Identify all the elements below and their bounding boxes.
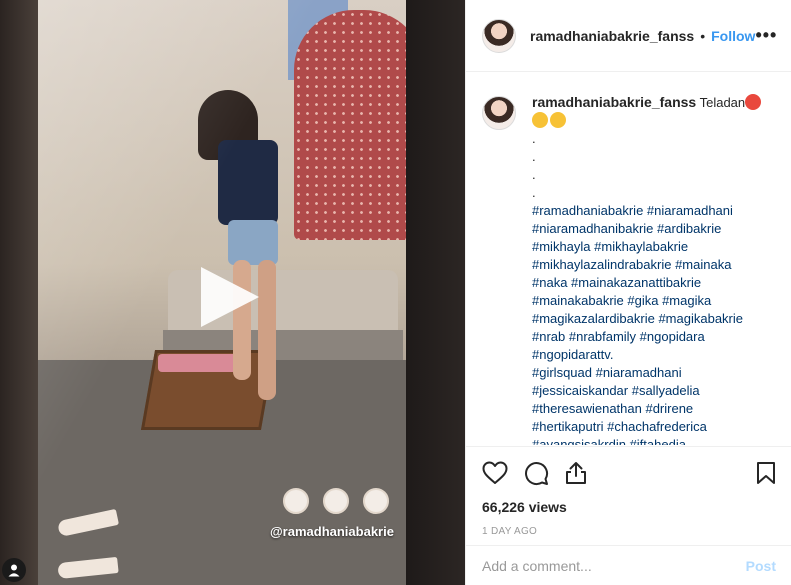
caption-area[interactable]: ramadhaniabakrie_fanss Teladan . . . . #… [466, 73, 791, 445]
post-comment-button[interactable]: Post [746, 558, 776, 574]
hashtag-line[interactable]: #ayangsisakrdin #iftahedia [532, 437, 686, 445]
video-frame-left [0, 0, 38, 585]
caption-body: Teladan [699, 95, 746, 110]
hashtag-line[interactable]: #niaramadhanibakrie #ardibakrie [532, 221, 721, 236]
play-icon[interactable] [197, 265, 261, 329]
hashtag-line[interactable]: #ngopidarattv. [532, 347, 613, 362]
video-mention-tag: @ramadhaniabakrie [270, 524, 394, 539]
caption-dot: . [532, 167, 536, 182]
hashtag-line[interactable]: #mikhayla #mikhaylabakrie [532, 239, 688, 254]
hashtag-line[interactable]: #hertikaputri #chachafrederica [532, 419, 707, 434]
follow-button[interactable]: Follow [711, 28, 755, 44]
comment-icon[interactable] [524, 461, 549, 486]
clapping-hands-icon [323, 488, 349, 514]
action-icon-row [482, 459, 776, 487]
clapping-hands-icon [363, 488, 389, 514]
hashtag-line[interactable]: #mainakabakrie #gika #magika [532, 293, 711, 308]
bookmark-icon[interactable] [756, 461, 776, 485]
user-icon[interactable] [2, 558, 26, 582]
hashtag-line[interactable]: #naka #mainakazanattibakrie [532, 275, 701, 290]
heart-icon[interactable] [482, 461, 508, 485]
caption-text: ramadhaniabakrie_fanss Teladan . . . . #… [532, 93, 772, 445]
caption-row: ramadhaniabakrie_fanss Teladan . . . . #… [482, 93, 776, 445]
hashtag-line[interactable]: #theresawienathan #drirene [532, 401, 693, 416]
star-struck-emoji-icon [745, 94, 762, 110]
clapping-hands-icon [532, 112, 548, 128]
hashtag-line[interactable]: #jessicaiskandar #sallyadelia [532, 383, 700, 398]
caption-username[interactable]: ramadhaniabakrie_fanss [532, 94, 696, 110]
header-separator: • [700, 27, 706, 44]
avatar[interactable] [482, 18, 516, 53]
post-side-panel: ramadhaniabakrie_fanss • Follow ••• rama… [465, 0, 791, 585]
video-frame-right [406, 0, 465, 585]
caption-dot: . [532, 149, 536, 164]
media-panel: @ramadhaniabakrie [0, 0, 465, 585]
caption-dot: . [532, 131, 536, 146]
hashtag-line[interactable]: #ramadhaniabakrie #niaramadhani [532, 203, 733, 218]
post-timestamp[interactable]: 1 DAY AGO [482, 526, 776, 537]
view-count[interactable]: 66,226 views [482, 499, 776, 515]
caption-dot: . [532, 185, 536, 200]
more-options-icon[interactable]: ••• [755, 25, 777, 46]
avatar[interactable] [482, 96, 516, 130]
comment-input[interactable] [482, 557, 746, 574]
post-header: ramadhaniabakrie_fanss • Follow ••• [466, 0, 791, 72]
hashtag-line[interactable]: #nrab #nrabfamily #ngopidara [532, 329, 705, 344]
clap-stickers [283, 488, 389, 514]
share-icon[interactable] [565, 461, 587, 485]
clapping-hands-icon [283, 488, 309, 514]
header-username[interactable]: ramadhaniabakrie_fanss [530, 28, 694, 44]
hashtag-line[interactable]: #girlsquad #niaramadhani [532, 365, 682, 380]
comment-bar: Post [466, 545, 791, 585]
hashtag-line[interactable]: #magikazalardibakrie #magikabakrie [532, 311, 743, 326]
hashtag-list: #ramadhaniabakrie #niaramadhani #niarama… [532, 202, 772, 445]
caption-dots: . . . . [532, 130, 772, 202]
hashtag-line[interactable]: #mikhaylazalindrabakrie #mainaka [532, 257, 731, 272]
clapping-hands-icon [550, 112, 566, 128]
post-actions: 66,226 views 1 DAY AGO [466, 446, 791, 537]
